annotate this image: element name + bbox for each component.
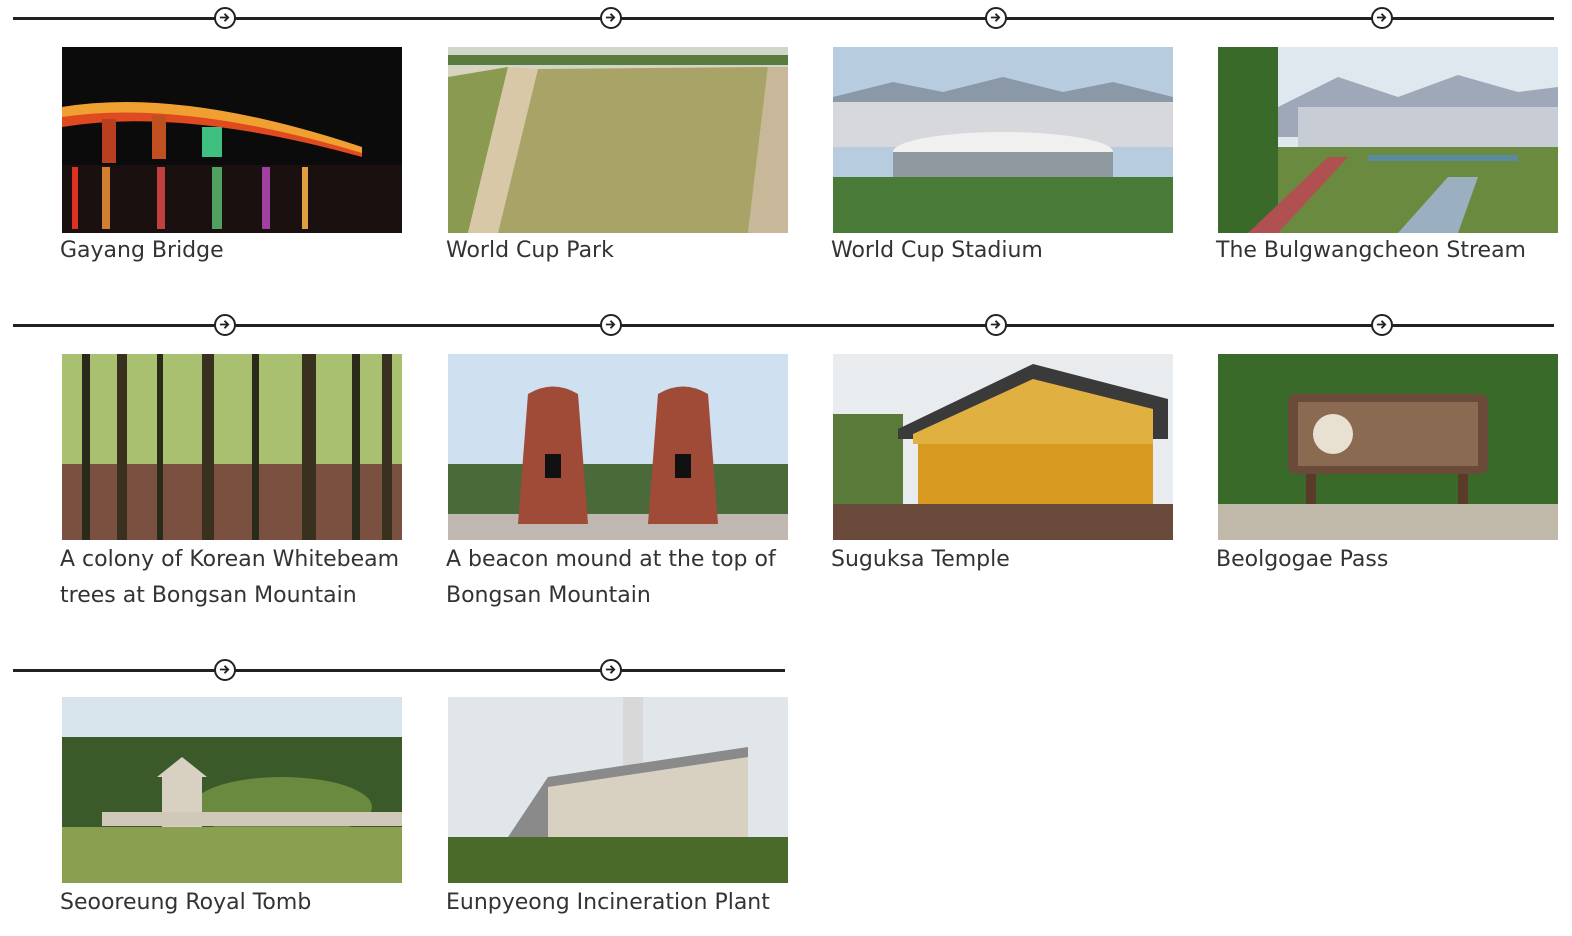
bulgwangcheon-stream-photo[interactable] [1218, 47, 1558, 233]
eunpyeong-incineration-plant-photo[interactable] [448, 697, 788, 883]
item-caption[interactable]: Eunpyeong Incineration Plant [446, 885, 791, 921]
seooreung-royal-tomb-photo[interactable] [62, 697, 402, 883]
arrow-right-circle-icon[interactable] [214, 314, 236, 336]
timeline-line-row-1 [13, 17, 1554, 20]
arrow-right-circle-icon[interactable] [985, 7, 1007, 29]
world-cup-stadium-photo[interactable] [833, 47, 1173, 233]
item-caption[interactable]: World Cup Stadium [831, 233, 1176, 269]
suguksa-temple-photo[interactable] [833, 354, 1173, 540]
beacon-mound-photo[interactable] [448, 354, 788, 540]
arrow-right-circle-icon[interactable] [1371, 314, 1393, 336]
arrow-right-circle-icon[interactable] [985, 314, 1007, 336]
item-caption[interactable]: A beacon mound at the top of Bongsan Mou… [446, 542, 791, 614]
item-caption[interactable]: A colony of Korean Whitebeam trees at Bo… [60, 542, 405, 614]
korean-whitebeam-trees-photo[interactable] [62, 354, 402, 540]
item-caption[interactable]: Gayang Bridge [60, 233, 405, 269]
item-caption[interactable]: Seooreung Royal Tomb [60, 885, 405, 921]
timeline-line-row-3 [13, 669, 785, 672]
gayang-bridge-photo[interactable] [62, 47, 402, 233]
item-caption[interactable]: Suguksa Temple [831, 542, 1176, 578]
beolgogae-pass-photo[interactable] [1218, 354, 1558, 540]
arrow-right-circle-icon[interactable] [600, 314, 622, 336]
arrow-right-circle-icon[interactable] [214, 7, 236, 29]
arrow-right-circle-icon[interactable] [214, 659, 236, 681]
world-cup-park-photo[interactable] [448, 47, 788, 233]
arrow-right-circle-icon[interactable] [600, 659, 622, 681]
item-caption[interactable]: The Bulgwangcheon Stream [1216, 233, 1561, 269]
timeline-line-row-2 [13, 324, 1554, 327]
item-caption[interactable]: Beolgogae Pass [1216, 542, 1561, 578]
item-caption[interactable]: World Cup Park [446, 233, 791, 269]
arrow-right-circle-icon[interactable] [600, 7, 622, 29]
arrow-right-circle-icon[interactable] [1371, 7, 1393, 29]
